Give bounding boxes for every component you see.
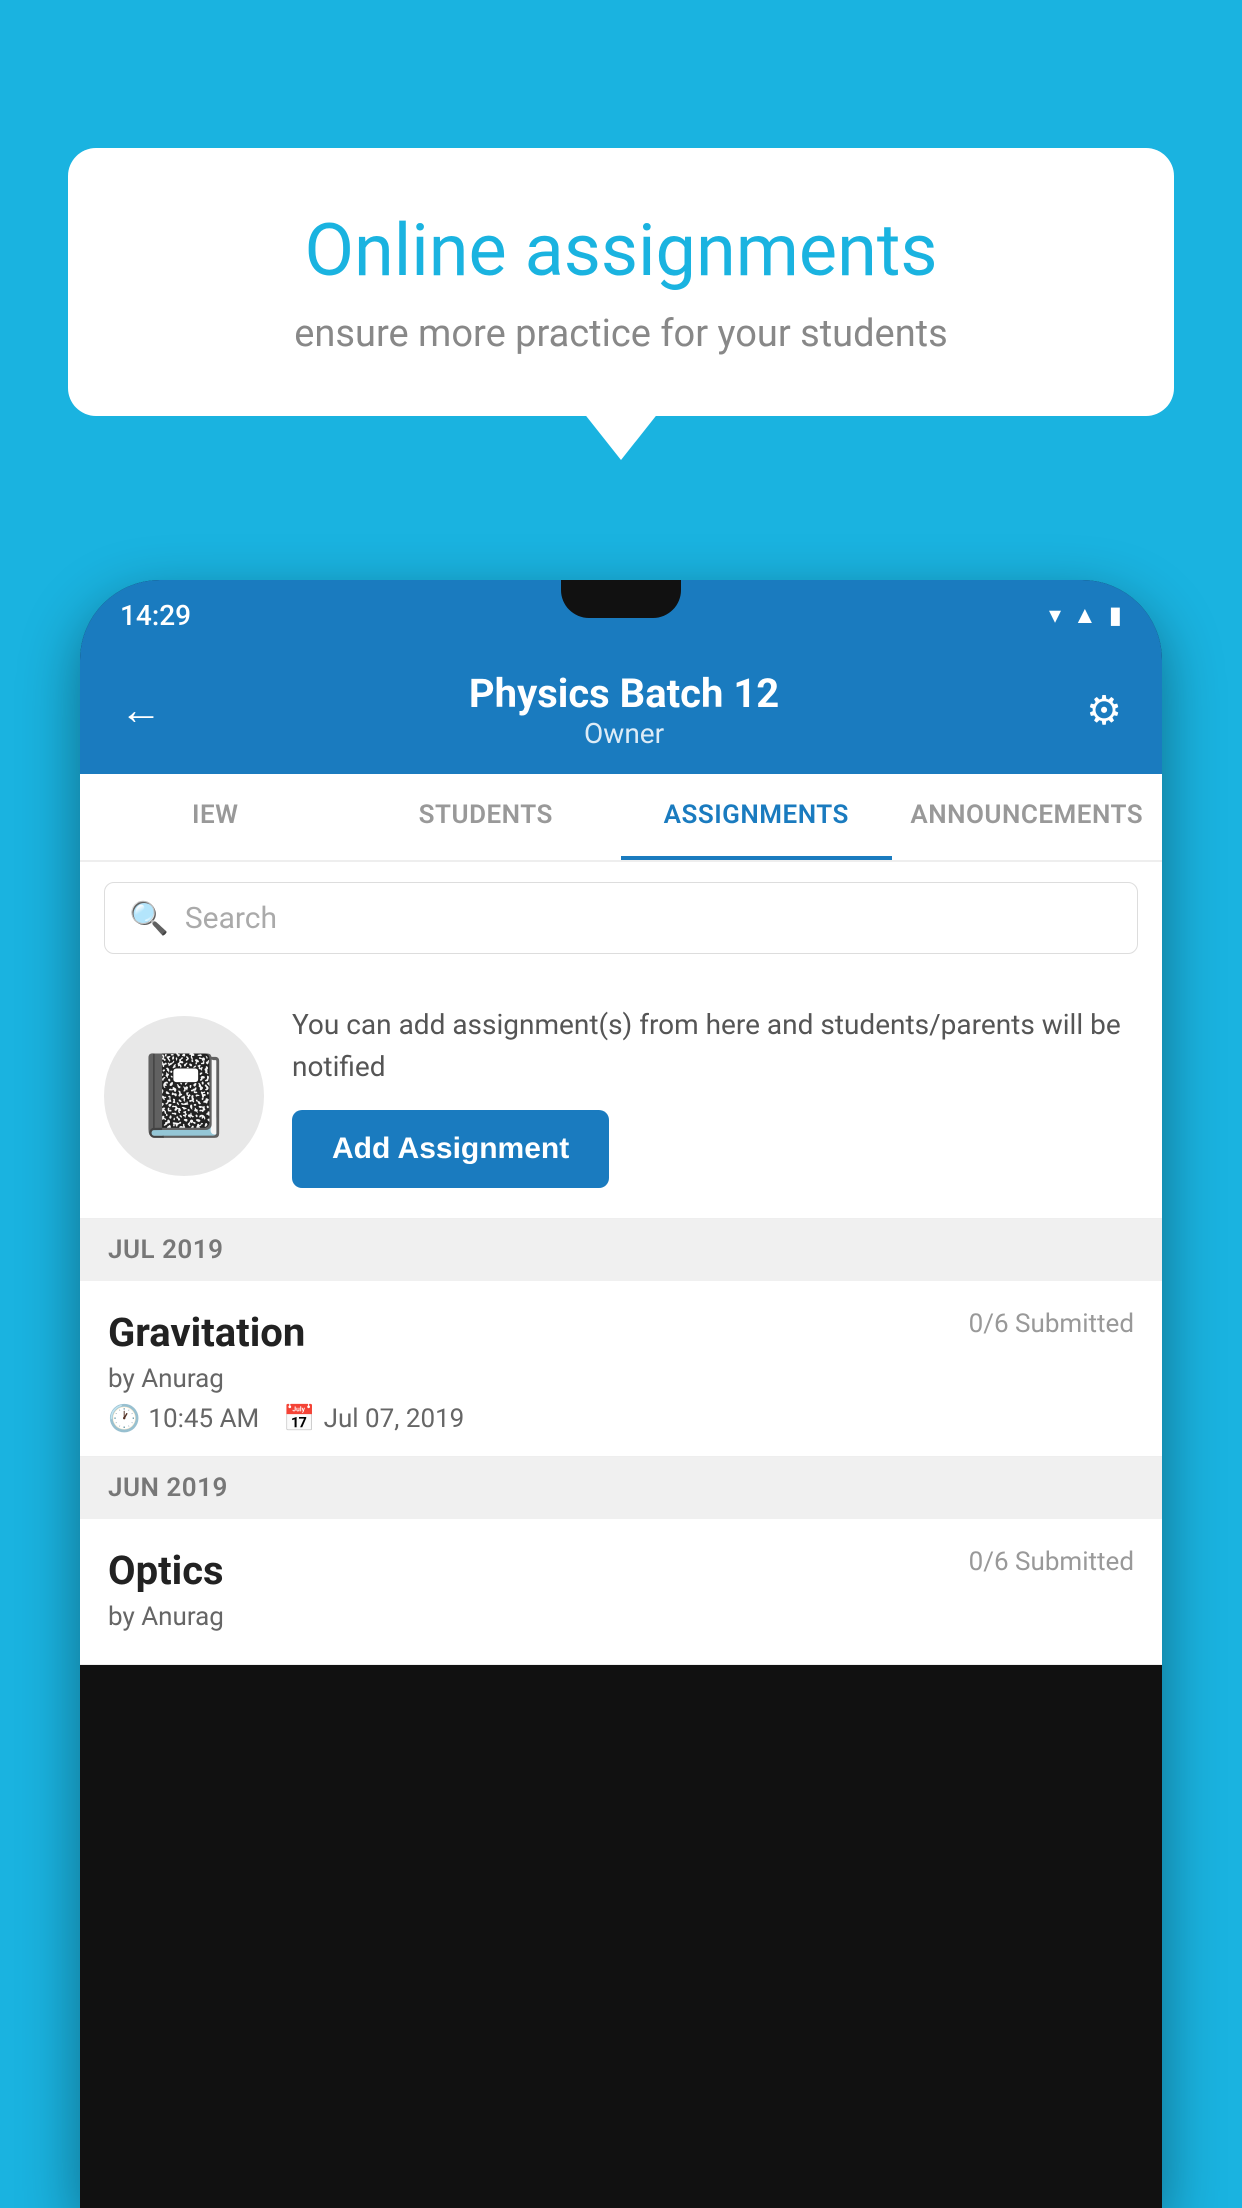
calendar-icon: 📅 bbox=[283, 1404, 315, 1434]
tab-announcements[interactable]: ANNOUNCEMENTS bbox=[892, 774, 1163, 860]
assignment-card-text: You can add assignment(s) from here and … bbox=[292, 1004, 1138, 1088]
assignment-name-gravitation: Gravitation bbox=[108, 1309, 305, 1356]
month-header-jun: JUN 2019 bbox=[80, 1457, 1162, 1519]
meta-time-gravitation: 🕐 10:45 AM bbox=[108, 1404, 259, 1434]
speech-bubble-container: Online assignments ensure more practice … bbox=[68, 148, 1174, 416]
header-subtitle: Owner bbox=[162, 717, 1086, 750]
phone-content: 🔍 Search 📓 You can add assignment(s) fro… bbox=[80, 862, 1162, 1665]
notch bbox=[561, 580, 681, 618]
assignment-date-gravitation: Jul 07, 2019 bbox=[324, 1404, 465, 1434]
assignment-icon-circle: 📓 bbox=[104, 1016, 264, 1176]
bubble-title: Online assignments bbox=[138, 208, 1104, 294]
notebook-icon: 📓 bbox=[134, 1049, 234, 1143]
assignment-row1-optics: Optics 0/6 Submitted bbox=[108, 1547, 1134, 1594]
add-assignment-button[interactable]: Add Assignment bbox=[292, 1110, 609, 1188]
search-bar[interactable]: 🔍 Search bbox=[104, 882, 1138, 954]
signal-icon: ▲ bbox=[1073, 601, 1097, 630]
status-time: 14:29 bbox=[120, 599, 191, 632]
search-icon: 🔍 bbox=[129, 899, 169, 937]
assignment-time-gravitation: 10:45 AM bbox=[148, 1404, 259, 1434]
assignment-by-gravitation: by Anurag bbox=[108, 1364, 1134, 1394]
assignment-item-gravitation[interactable]: Gravitation 0/6 Submitted by Anurag 🕐 10… bbox=[80, 1281, 1162, 1457]
app-header: ← Physics Batch 12 Owner ⚙ bbox=[80, 650, 1162, 774]
assignment-name-optics: Optics bbox=[108, 1547, 224, 1594]
assignment-submitted-gravitation: 0/6 Submitted bbox=[969, 1309, 1134, 1339]
meta-date-gravitation: 📅 Jul 07, 2019 bbox=[283, 1404, 464, 1434]
tab-iew[interactable]: IEW bbox=[80, 774, 351, 860]
header-title: Physics Batch 12 bbox=[162, 670, 1086, 717]
assignment-submitted-optics: 0/6 Submitted bbox=[969, 1547, 1134, 1577]
bubble-subtitle: ensure more practice for your students bbox=[138, 312, 1104, 356]
assignment-card-right: You can add assignment(s) from here and … bbox=[292, 1004, 1138, 1188]
phone-frame: 14:29 ▾ ▲ ▮ ← Physics Batch 12 Owner ⚙ I… bbox=[80, 580, 1162, 2208]
status-bar: 14:29 ▾ ▲ ▮ bbox=[80, 580, 1162, 650]
tab-assignments[interactable]: ASSIGNMENTS bbox=[621, 774, 892, 860]
add-assignment-card: 📓 You can add assignment(s) from here an… bbox=[80, 974, 1162, 1219]
battery-icon: ▮ bbox=[1109, 601, 1122, 629]
month-header-jul: JUL 2019 bbox=[80, 1219, 1162, 1281]
assignment-item-optics[interactable]: Optics 0/6 Submitted by Anurag bbox=[80, 1519, 1162, 1665]
tab-students[interactable]: STUDENTS bbox=[351, 774, 622, 860]
assignment-meta-gravitation: 🕐 10:45 AM 📅 Jul 07, 2019 bbox=[108, 1404, 1134, 1434]
assignment-by-optics: by Anurag bbox=[108, 1602, 1134, 1632]
assignment-row1: Gravitation 0/6 Submitted bbox=[108, 1309, 1134, 1356]
settings-icon[interactable]: ⚙ bbox=[1086, 687, 1122, 734]
back-button[interactable]: ← bbox=[120, 686, 162, 735]
clock-icon: 🕐 bbox=[108, 1404, 140, 1434]
search-placeholder: Search bbox=[185, 901, 277, 936]
search-container: 🔍 Search bbox=[80, 862, 1162, 974]
header-center: Physics Batch 12 Owner bbox=[162, 670, 1086, 750]
tabs-bar: IEW STUDENTS ASSIGNMENTS ANNOUNCEMENTS bbox=[80, 774, 1162, 862]
status-icons: ▾ ▲ ▮ bbox=[1049, 601, 1122, 630]
wifi-icon: ▾ bbox=[1049, 601, 1061, 629]
speech-bubble: Online assignments ensure more practice … bbox=[68, 148, 1174, 416]
